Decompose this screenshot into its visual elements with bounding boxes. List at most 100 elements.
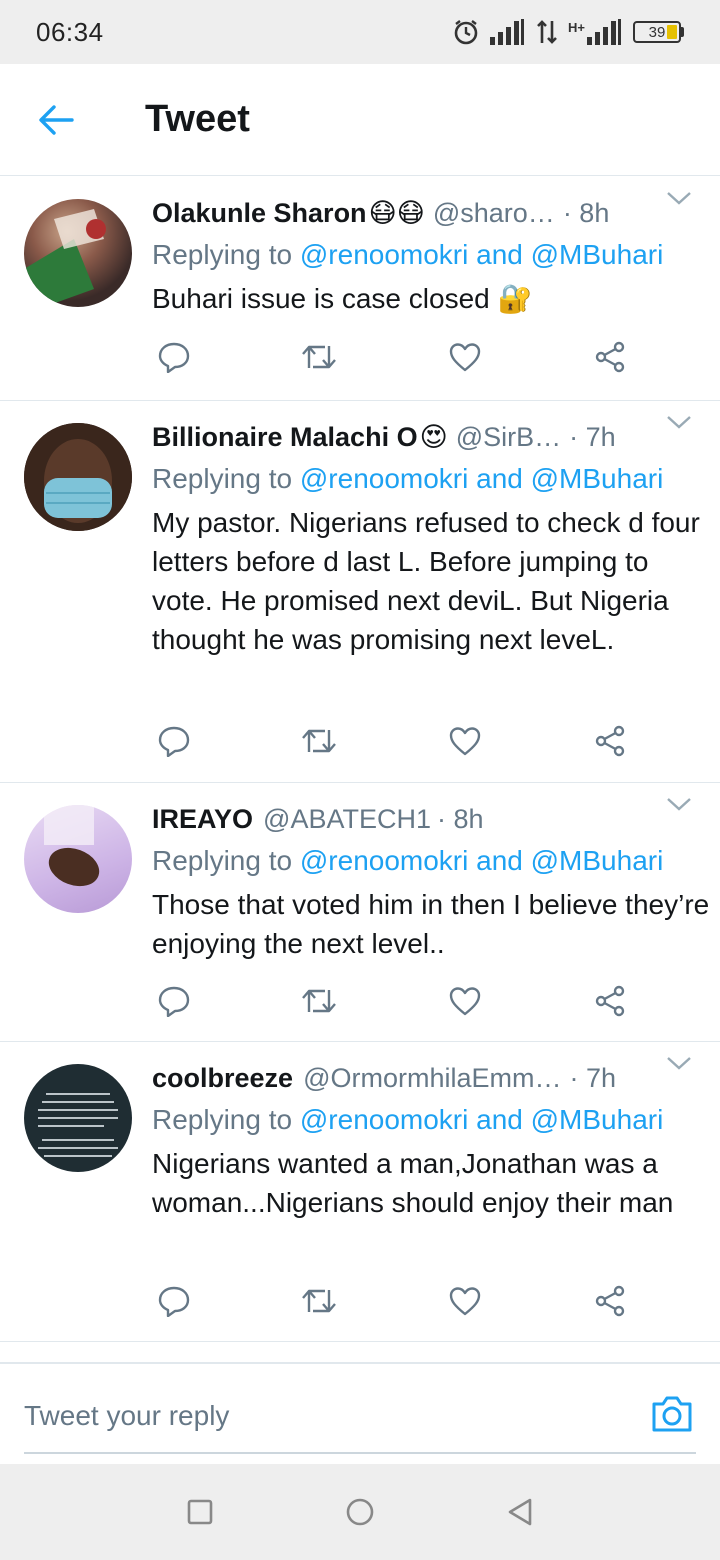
name-emoji: 😷😷 xyxy=(368,197,425,228)
display-name[interactable]: IREAYO xyxy=(152,804,253,835)
tweet-actions xyxy=(152,979,632,1023)
camera-icon xyxy=(652,1396,692,1432)
avatar[interactable] xyxy=(24,199,132,307)
retweet-button[interactable] xyxy=(297,979,341,1023)
chevron-down-icon xyxy=(667,1057,691,1070)
status-time: 06:34 xyxy=(36,16,104,47)
name-emoji: 😍 xyxy=(419,421,448,452)
share-icon xyxy=(595,341,625,373)
share-button[interactable] xyxy=(588,335,632,379)
avatar[interactable] xyxy=(24,1064,132,1172)
tweet-card[interactable]: coolbreeze @Ormormhila​Emm… · 7h Replyin… xyxy=(0,1042,720,1342)
reply-mentions[interactable]: @renoomokri and @MBuhari xyxy=(300,1104,663,1135)
retweet-button[interactable] xyxy=(297,335,341,379)
tweet-header: Olakunle Sharon 😷😷 @sharo… · 8h xyxy=(152,193,720,233)
like-button[interactable] xyxy=(443,979,487,1023)
circle-icon xyxy=(346,1498,374,1526)
display-name[interactable]: Olakunle Sharon xyxy=(152,198,367,229)
reply-button[interactable] xyxy=(152,719,196,763)
user-handle[interactable]: @sharo… xyxy=(433,198,555,229)
share-button[interactable] xyxy=(588,1279,632,1323)
camera-button[interactable] xyxy=(650,1394,694,1434)
chevron-down-icon xyxy=(667,416,691,429)
tweet-actions xyxy=(152,1279,632,1323)
heart-icon xyxy=(449,987,480,1016)
retweet-button[interactable] xyxy=(297,719,341,763)
display-name[interactable]: coolbreeze xyxy=(152,1063,293,1094)
like-button[interactable] xyxy=(443,1279,487,1323)
replying-to: Replying to @renoomokri and @MBuhari xyxy=(152,1100,720,1140)
recents-button[interactable] xyxy=(170,1482,230,1542)
display-name[interactable]: Billionaire Malachi O xyxy=(152,422,418,453)
avatar[interactable] xyxy=(24,423,132,531)
alarm-icon xyxy=(454,20,478,45)
user-handle[interactable]: @Ormormhila​Emm… xyxy=(303,1063,561,1094)
tweet-menu-button[interactable] xyxy=(664,407,694,437)
tweet-time: · 8h xyxy=(437,803,484,834)
heart-icon xyxy=(449,1287,480,1316)
data-transfer-icon xyxy=(537,20,557,44)
tweet-card[interactable]: Billionaire Malachi O 😍 @SirB… · 7h Repl… xyxy=(0,401,720,783)
like-button[interactable] xyxy=(443,335,487,379)
replying-label: Replying to xyxy=(152,239,293,270)
tweet-header: Billionaire Malachi O 😍 @SirB… · 7h xyxy=(152,417,720,457)
replying-label: Replying to xyxy=(152,463,293,494)
retweet-button[interactable] xyxy=(297,1279,341,1323)
replying-to: Replying to @renoomokri and @MBuhari xyxy=(152,459,720,499)
tweet-body: Olakunle Sharon 😷😷 @sharo… · 8h Replying… xyxy=(152,193,720,318)
reply-button[interactable] xyxy=(152,335,196,379)
tweet-menu-button[interactable] xyxy=(664,789,694,819)
signal-2-icon xyxy=(587,19,621,45)
replying-label: Replying to xyxy=(152,1104,293,1135)
retweet-icon xyxy=(302,729,337,753)
tweet-menu-button[interactable] xyxy=(664,183,694,213)
reply-input[interactable] xyxy=(24,1394,584,1438)
share-icon xyxy=(595,1285,625,1317)
avatar[interactable] xyxy=(24,805,132,913)
tweet-header: coolbreeze @Ormormhila​Emm… · 7h xyxy=(152,1058,720,1098)
retweet-icon xyxy=(302,1289,337,1313)
home-button[interactable] xyxy=(330,1482,390,1542)
share-icon xyxy=(595,725,625,757)
chevron-down-icon xyxy=(667,192,691,205)
tweet-actions xyxy=(152,719,632,763)
tweet-time: · 7h xyxy=(569,1062,617,1093)
share-button[interactable] xyxy=(588,979,632,1023)
heart-icon xyxy=(449,343,480,372)
tweet-text: Buhari issue is case closed 🔐 xyxy=(152,283,533,314)
tweet-body: IREAYO @ABATECH1 · 8h Replying to @renoo… xyxy=(152,799,720,963)
tweet-menu-button[interactable] xyxy=(664,1048,694,1078)
tweet-text: Nigerians wanted a man,Jonathan was a wo… xyxy=(152,1148,674,1218)
reply-mentions[interactable]: @renoomokri and @MBuhari xyxy=(300,463,663,494)
reply-icon xyxy=(158,342,190,373)
tweet-time: · 8h xyxy=(562,197,610,228)
tweet-actions xyxy=(152,335,632,379)
status-icons: H+ 39 xyxy=(452,18,684,46)
tweet-card[interactable]: IREAYO @ABATECH1 · 8h Replying to @renoo… xyxy=(0,783,720,1042)
replying-to: Replying to @renoomokri and @MBuhari xyxy=(152,841,720,881)
retweet-icon xyxy=(302,345,337,369)
user-handle[interactable]: @SirB… xyxy=(456,422,561,453)
status-bar: 06:34 H+ 39 xyxy=(0,0,720,64)
tweet-card[interactable]: Olakunle Sharon 😷😷 @sharo… · 8h Replying… xyxy=(0,177,720,401)
reply-button[interactable] xyxy=(152,1279,196,1323)
share-button[interactable] xyxy=(588,719,632,763)
square-icon xyxy=(187,1499,213,1525)
share-icon xyxy=(595,985,625,1017)
tweet-text: My pastor. Nigerians refused to check d … xyxy=(152,507,700,655)
network-type: H+ xyxy=(568,20,585,35)
like-button[interactable] xyxy=(443,719,487,763)
user-handle[interactable]: @ABATECH1 xyxy=(263,804,431,835)
reply-mentions[interactable]: @renoomokri and @MBuhari xyxy=(300,845,663,876)
signal-icon xyxy=(490,19,525,45)
reply-underline xyxy=(24,1452,696,1454)
reply-composer xyxy=(0,1362,720,1464)
back-nav-button[interactable] xyxy=(490,1482,550,1542)
reply-mentions[interactable]: @renoomokri and @MBuhari xyxy=(300,239,663,270)
reply-button[interactable] xyxy=(152,979,196,1023)
replying-to: Replying to @renoomokri and @MBuhari xyxy=(152,235,720,275)
chevron-down-icon xyxy=(667,798,691,811)
page-title: Tweet xyxy=(145,98,250,140)
back-button[interactable] xyxy=(0,64,112,176)
reply-icon xyxy=(158,726,190,757)
